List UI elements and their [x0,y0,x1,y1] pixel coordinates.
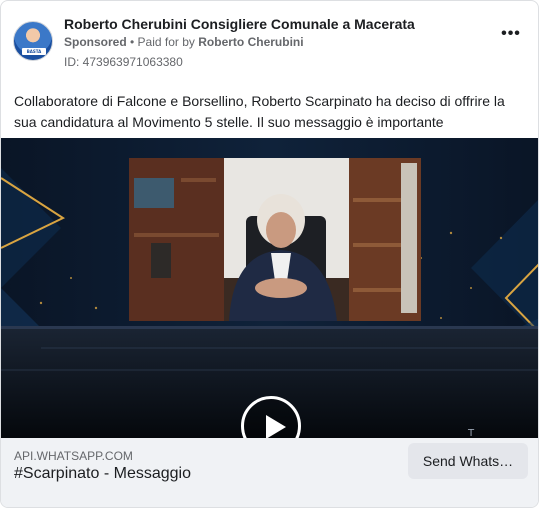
avatar-text: BASTA [22,48,46,55]
sponsored-post-card: BASTA Roberto Cherubini Consigliere Comu… [0,0,539,508]
post-caption: Collaboratore di Falcone e Borsellino, R… [14,93,505,130]
link-title[interactable]: #Scarpinato - Messaggio [14,465,191,483]
payer-name[interactable]: Roberto Cherubini [198,35,303,49]
sponsored-line: Sponsored • Paid for by Roberto Cherubin… [64,35,304,49]
sponsored-label: Sponsored [64,35,127,49]
paid-for-label: • Paid for by [130,35,195,49]
svg-text:T: T [467,428,475,438]
page-avatar[interactable]: BASTA [13,21,53,61]
ad-id: ID: 473963971063380 [64,55,183,69]
send-whatsapp-button[interactable]: Send Whats… [408,443,528,479]
more-horizontal-icon: ••• [501,25,521,42]
post-header: BASTA Roberto Cherubini Consigliere Comu… [13,13,526,73]
link-preview-footer[interactable]: API.WHATSAPP.COM #Scarpinato - Messaggio… [1,438,538,507]
more-options-button[interactable]: ••• [500,25,522,45]
video-player[interactable]: T [1,138,538,438]
link-domain: API.WHATSAPP.COM [14,449,133,463]
video-frame-illustration: T [1,138,538,438]
page-name[interactable]: Roberto Cherubini Consigliere Comunale a… [64,16,415,32]
